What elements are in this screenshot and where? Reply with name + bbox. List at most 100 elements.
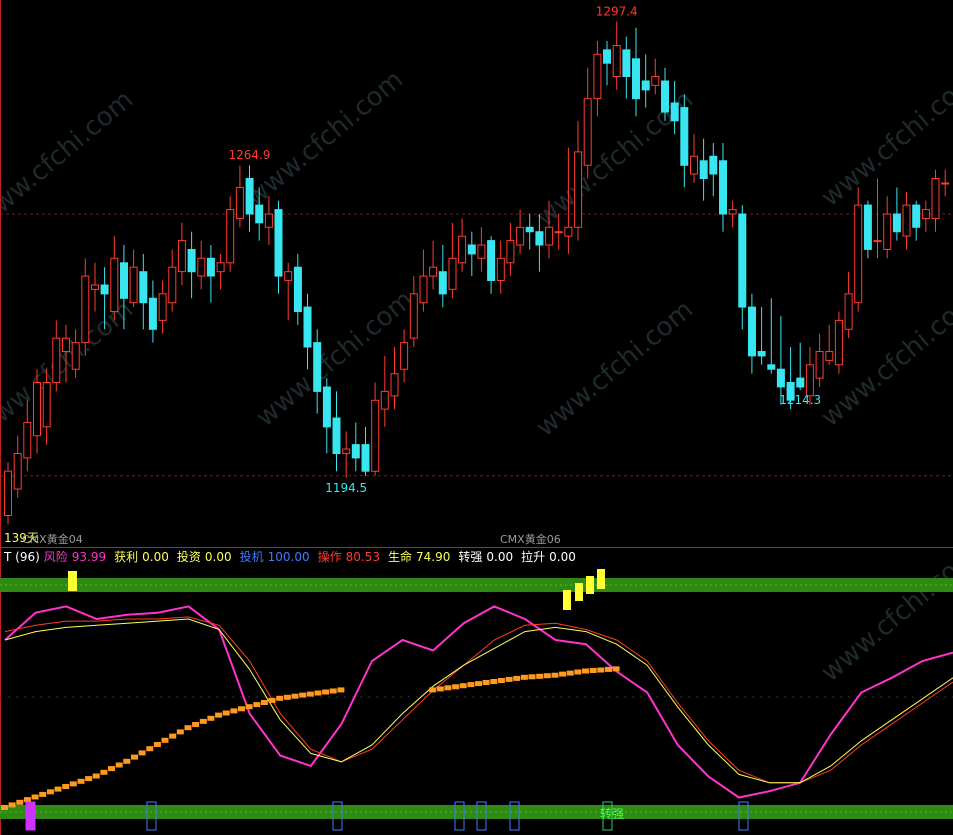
orange-marker: [566, 670, 574, 676]
orange-marker: [329, 688, 337, 694]
indicator-title: T (96): [4, 550, 40, 564]
candle-body: [921, 209, 930, 220]
candle-body: [892, 213, 901, 233]
candle-body: [332, 417, 341, 454]
candle-body: [670, 102, 679, 122]
candle: [187, 231, 196, 299]
candle-body: [767, 364, 776, 370]
orange-marker: [605, 666, 612, 672]
candle: [603, 41, 611, 86]
orange-marker: [169, 733, 177, 739]
candle: [709, 143, 718, 197]
legend-profit: 获利 0.00: [114, 550, 169, 564]
candle-body: [255, 204, 264, 224]
candle: [284, 262, 293, 321]
legend-lift: 拉升 0.00: [521, 550, 576, 564]
orange-marker: [184, 725, 192, 731]
candle-body: [641, 80, 650, 91]
candle-body: [467, 244, 476, 255]
orange-marker: [54, 786, 62, 792]
candle-body: [728, 209, 737, 215]
orange-marker: [475, 681, 482, 687]
candle-body: [902, 204, 911, 237]
candle: [574, 120, 583, 241]
candle: [235, 165, 244, 228]
candle-body: [554, 231, 563, 234]
candle: [844, 271, 853, 339]
orange-marker: [108, 766, 115, 772]
orange-marker: [543, 673, 551, 679]
candle: [863, 200, 872, 259]
candle: [226, 196, 235, 272]
candle-body: [873, 240, 882, 243]
signal-block: [563, 590, 571, 610]
candle: [4, 462, 12, 525]
candle: [873, 178, 882, 259]
candle-body: [409, 293, 418, 339]
price-annotation: 1264.9: [229, 148, 271, 162]
orange-marker: [505, 676, 513, 682]
candle-body: [680, 107, 689, 166]
chart-canvas: www.cfchi.com www.cfchi.com www.cfchi.com w…: [0, 0, 953, 835]
candle: [892, 187, 901, 241]
candle-body: [226, 209, 235, 264]
orange-marker: [46, 789, 54, 795]
signal-block: [586, 576, 594, 594]
bottom-label: 转强: [600, 806, 624, 821]
candle-body: [303, 306, 312, 348]
candle-body: [313, 342, 322, 392]
orange-marker: [77, 778, 85, 784]
candle-body: [815, 351, 824, 379]
indicator-panel: 转强: [0, 569, 953, 831]
candle: [303, 293, 312, 370]
candle-body: [52, 337, 61, 384]
candle-body: [187, 249, 196, 273]
orange-marker: [8, 802, 16, 808]
candle: [506, 222, 515, 277]
candle-body: [168, 266, 177, 304]
candle-body: [429, 266, 438, 277]
orange-marker: [467, 682, 475, 688]
candle-body: [477, 244, 486, 259]
signal-block: [597, 569, 605, 589]
signal-block: [575, 583, 583, 601]
watermark-text: www.cfchi.com: [531, 295, 700, 443]
candle: [651, 58, 660, 95]
orange-marker: [314, 690, 322, 696]
candle: [593, 41, 602, 117]
candle-body: [709, 155, 718, 175]
candle-body: [776, 368, 785, 388]
candle-body: [23, 421, 32, 459]
candle: [458, 218, 467, 272]
candle: [419, 249, 428, 312]
candle: [825, 324, 834, 365]
candle-body: [371, 399, 380, 472]
candle-body: [912, 204, 921, 228]
candle-body: [748, 306, 756, 357]
candle-body: [120, 262, 128, 299]
orange-marker: [306, 691, 314, 697]
orange-marker: [452, 684, 460, 690]
candle-body: [264, 213, 273, 228]
orange-marker: [123, 758, 131, 764]
orange-marker: [146, 746, 154, 752]
orange-marker: [1, 805, 8, 810]
candle-body: [834, 319, 843, 366]
candle-body: [158, 293, 167, 321]
orange-marker: [199, 718, 207, 724]
candle-body: [110, 257, 119, 312]
candle-body: [564, 226, 573, 237]
orange-marker: [520, 674, 528, 680]
candle: [776, 316, 785, 405]
candle: [632, 27, 640, 117]
candle-body: [931, 178, 940, 219]
orange-marker: [513, 675, 521, 681]
candle-body: [941, 182, 950, 185]
orange-marker: [69, 781, 77, 787]
candle: [467, 231, 476, 277]
candle-body: [661, 80, 669, 113]
orange-marker: [574, 669, 582, 675]
candle: [496, 240, 505, 294]
candle-body: [216, 262, 225, 273]
candle-body: [235, 186, 244, 219]
